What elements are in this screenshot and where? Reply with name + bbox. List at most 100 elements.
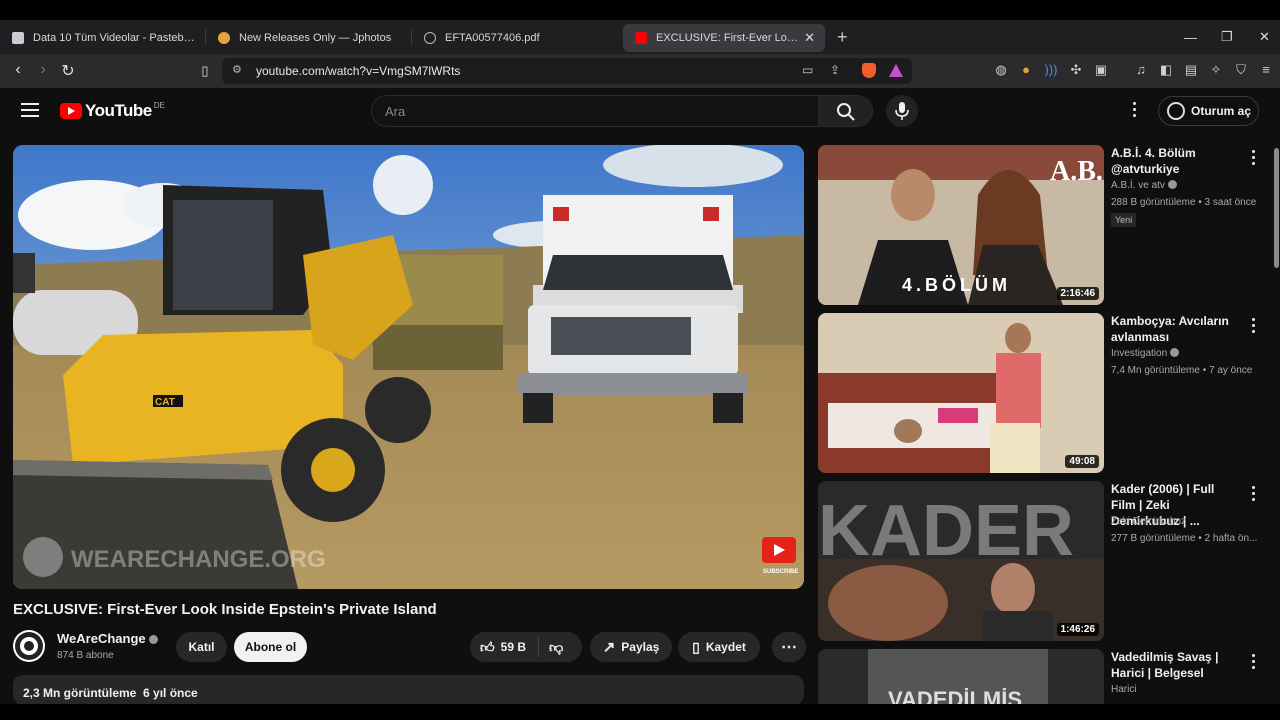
extension-icon[interactable]: ◍ — [993, 62, 1009, 78]
brave-rewards-icon[interactable] — [889, 64, 903, 77]
video-duration: 1:46:26 — [1056, 623, 1099, 636]
recommendation-menu-icon[interactable] — [1250, 318, 1256, 334]
upload-age: 6 yıl önce — [143, 686, 198, 700]
channel-text: Investigation — [1111, 348, 1168, 359]
extension-icon[interactable]: ▣ — [1093, 62, 1109, 78]
search-button[interactable] — [819, 95, 873, 127]
dislike-button[interactable]: 👎︎ — [549, 639, 563, 656]
like-button[interactable]: 👍︎ 59 B — [480, 639, 526, 656]
channel-name-text: WeAreChange — [57, 631, 146, 646]
browser-tab-strip: Data 10 Tüm Videolar - Pastebin.com New … — [0, 20, 1280, 54]
view-count-and-date: 2,3 Mn görüntüleme 6 yıl önce — [23, 686, 198, 700]
back-icon[interactable]: ‹ — [8, 61, 28, 79]
globe-favicon-icon — [424, 32, 436, 44]
recommendation-title: Vadedilmiş Savaş | Harici | Belgesel — [1111, 650, 1219, 680]
channel-name[interactable]: WeAreChange — [57, 631, 158, 646]
cambodia-thumbnail-image — [818, 313, 1104, 473]
share-page-icon[interactable]: ⇪ — [830, 63, 840, 77]
leo-ai-icon[interactable]: ✧ — [1208, 62, 1224, 78]
youtube-page: YouTube DE Ara Oturum aç CAT WEARECHANGE… — [0, 88, 1280, 705]
restore-icon[interactable]: ❐ — [1221, 20, 1233, 54]
more-actions-icon[interactable]: ⋯ — [772, 632, 806, 662]
new-tab-icon[interactable]: + — [837, 27, 848, 48]
recommendation-menu-icon[interactable] — [1250, 486, 1256, 502]
site-settings-icon[interactable]: ⚙ — [232, 63, 242, 76]
sign-in-button[interactable]: Oturum aç — [1158, 96, 1259, 126]
recommendation-thumbnail[interactable]: A.B.İ. 4.BÖLÜM 2:16:46 — [818, 145, 1104, 305]
recommendation-item[interactable]: 49:08 Kamboçya: Avcıların avlanması Inve… — [818, 313, 1258, 473]
screen-top-border — [0, 0, 1280, 20]
share-button[interactable]: ↗ Paylaş — [590, 632, 672, 662]
search-input[interactable]: Ara — [371, 95, 819, 127]
extensions-puzzle-icon[interactable]: ✣ — [1068, 62, 1084, 78]
subscribe-button[interactable]: Abone ol — [234, 632, 307, 662]
episode-text: 4.BÖLÜM — [902, 275, 1011, 295]
share-label: Paylaş — [621, 640, 660, 654]
video-player[interactable]: CAT WEARECHANGE.ORG SUBSCRIBE — [13, 145, 804, 589]
browser-tab-jphotos[interactable]: New Releases Only — Jphotos — [206, 24, 411, 52]
brave-shields-icon[interactable] — [862, 63, 876, 78]
video-watermark: WEARECHANGE.ORG — [71, 546, 326, 573]
view-count: 2,3 Mn görüntüleme — [23, 686, 137, 700]
recommendation-title: Kamboçya: Avcıların avlanması — [1111, 314, 1229, 344]
browser-tab-youtube[interactable]: EXCLUSIVE: First-Ever Look Inside Epstei… — [623, 24, 825, 52]
voice-search-button[interactable] — [886, 95, 918, 127]
sign-in-label: Oturum aç — [1191, 104, 1252, 118]
save-button[interactable]: ▯ Kaydet — [678, 632, 760, 662]
description-box[interactable]: 2,3 Mn görüntüleme 6 yıl önce — [13, 675, 804, 705]
recommendation-menu-icon[interactable] — [1250, 150, 1256, 166]
media-music-icon[interactable]: ♫ — [1133, 62, 1149, 78]
youtube-logo-text: YouTube — [85, 101, 152, 120]
recommendation-item[interactable]: KADER 1:46:26 Kader (2006) | Full Film |… — [818, 481, 1258, 641]
vpn-shield-icon[interactable]: ⛉ — [1233, 62, 1249, 78]
vadedilmis-title-text: VADEDİLMİŞ — [888, 687, 1022, 704]
channel-avatar[interactable] — [13, 630, 45, 662]
recommendation-channel: Zeki Demirkubuz — [1111, 516, 1187, 527]
recommendation-thumbnail[interactable]: KADER 1:46:26 — [818, 481, 1104, 641]
browser-nav-bar: ‹ › ↻ ▯ ⚙ youtube.com/watch?v=VmgSM7lWRt… — [0, 54, 1280, 88]
window-close-icon[interactable]: ✕ — [1259, 20, 1270, 54]
reload-icon[interactable]: ↻ — [58, 61, 78, 81]
video-duration: 49:08 — [1065, 455, 1099, 468]
save-label: Kaydet — [705, 640, 746, 654]
tab-close-icon[interactable]: ✕ — [804, 30, 815, 46]
page-scrollbar[interactable] — [1274, 148, 1279, 268]
thumbs-down-icon: 👎︎ — [549, 638, 564, 655]
like-count: 59 B — [500, 640, 526, 654]
account-icon — [1167, 102, 1185, 120]
browser-tab-pastebin[interactable]: Data 10 Tüm Videolar - Pastebin.com — [0, 24, 205, 52]
kader-thumbnail-image: KADER — [818, 481, 1104, 641]
recommendation-thumbnail[interactable]: 49:08 — [818, 313, 1104, 473]
browser-menu-icon[interactable]: ≡ — [1258, 62, 1274, 78]
hamburger-menu-icon[interactable] — [21, 103, 39, 117]
sidebar-toggle-icon[interactable]: ◧ — [1158, 62, 1174, 78]
bookmark-icon[interactable]: ▯ — [195, 63, 215, 79]
video-duration: 2:16:46 — [1056, 287, 1099, 300]
settings-kebab-icon[interactable] — [1131, 102, 1137, 118]
wallet-icon[interactable]: ▤ — [1183, 62, 1199, 78]
extension-icon[interactable]: ● — [1018, 62, 1034, 78]
minimize-icon[interactable]: — — [1184, 20, 1197, 54]
extension-icon[interactable]: ))) — [1043, 62, 1059, 78]
browser-tab-pdf[interactable]: EFTA00577406.pdf — [412, 24, 617, 52]
thumbs-up-icon: 👍︎ — [480, 638, 495, 655]
abi-thumbnail-image: A.B.İ. 4.BÖLÜM — [818, 145, 1104, 305]
recommendation-item[interactable]: VADEDİLMİŞ Vadedilmiş Savaş | Harici | B… — [818, 649, 1258, 704]
recommendation-item[interactable]: A.B.İ. 4.BÖLÜM 2:16:46 A.B.İ. 4. Bölüm @… — [818, 145, 1258, 305]
forward-icon[interactable]: › — [33, 61, 53, 79]
abi-logo-text: A.B.İ. — [1050, 156, 1104, 187]
install-app-icon[interactable]: ▭ — [802, 63, 813, 77]
tab-title: Data 10 Tüm Videolar - Pastebin.com — [33, 32, 195, 44]
address-bar[interactable]: ⚙ youtube.com/watch?v=VmgSM7lWRts ▭ ⇪ — [222, 58, 912, 84]
recommendation-title: A.B.İ. 4. Bölüm @atvturkiye — [1111, 146, 1196, 176]
recommendation-thumbnail[interactable]: VADEDİLMİŞ — [818, 649, 1104, 704]
recommendation-menu-icon[interactable] — [1250, 654, 1256, 670]
tab-title: New Releases Only — Jphotos — [239, 32, 392, 44]
join-button[interactable]: Katıl — [176, 632, 227, 662]
recommendation-meta: 277 B görüntüleme • 2 hafta ön... — [1111, 533, 1258, 544]
url-text: youtube.com/watch?v=VmgSM7lWRts — [256, 64, 461, 78]
youtube-logo[interactable]: YouTube DE — [60, 101, 165, 121]
verified-icon — [148, 635, 158, 644]
vadedilmis-thumbnail-image: VADEDİLMİŞ — [818, 649, 1104, 704]
tab-title: EXCLUSIVE: First-Ever Look Inside Epstei… — [656, 32, 799, 44]
